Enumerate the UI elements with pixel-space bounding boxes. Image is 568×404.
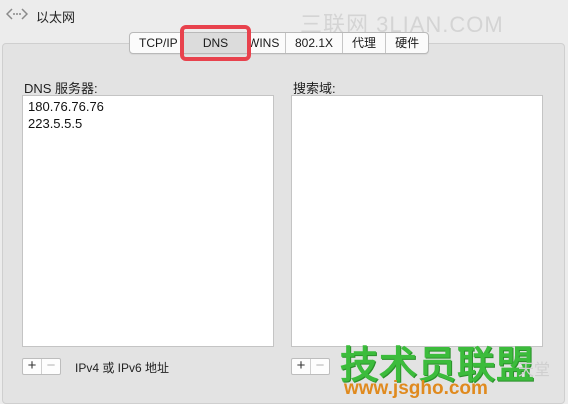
highlight-annotation	[180, 25, 251, 61]
tab-wins[interactable]: WINS	[248, 33, 286, 53]
search-add-remove-buttons: + −	[291, 358, 330, 375]
dns-server-list[interactable]: 180.76.76.76 223.5.5.5	[22, 95, 274, 347]
list-item[interactable]: 180.76.76.76	[23, 98, 273, 115]
tab-tcpip[interactable]: TCP/IP	[130, 33, 184, 53]
watermark-url: www.jsgho.com	[344, 378, 488, 399]
tab-8021x[interactable]: 802.1X	[286, 33, 344, 53]
ip-format-note: IPv4 或 IPv6 地址	[75, 361, 170, 375]
search-domain-list[interactable]	[291, 95, 543, 347]
tab-hardware[interactable]: 硬件	[386, 33, 428, 53]
window-title: 以太网	[36, 10, 76, 25]
add-dns-button[interactable]: +	[23, 358, 41, 374]
add-search-domain-button[interactable]: +	[292, 358, 310, 374]
list-item[interactable]: 223.5.5.5	[23, 115, 273, 132]
dns-add-remove-buttons: + −	[22, 358, 61, 375]
remove-search-domain-button[interactable]: −	[310, 358, 329, 374]
remove-dns-button[interactable]: −	[41, 358, 60, 374]
network-icon	[6, 7, 28, 21]
watermark-light-text: 天堂	[518, 362, 551, 379]
tab-proxy[interactable]: 代理	[343, 33, 387, 53]
tab-bar: TCP/IP DNS WINS 802.1X 代理 硬件	[129, 32, 430, 54]
